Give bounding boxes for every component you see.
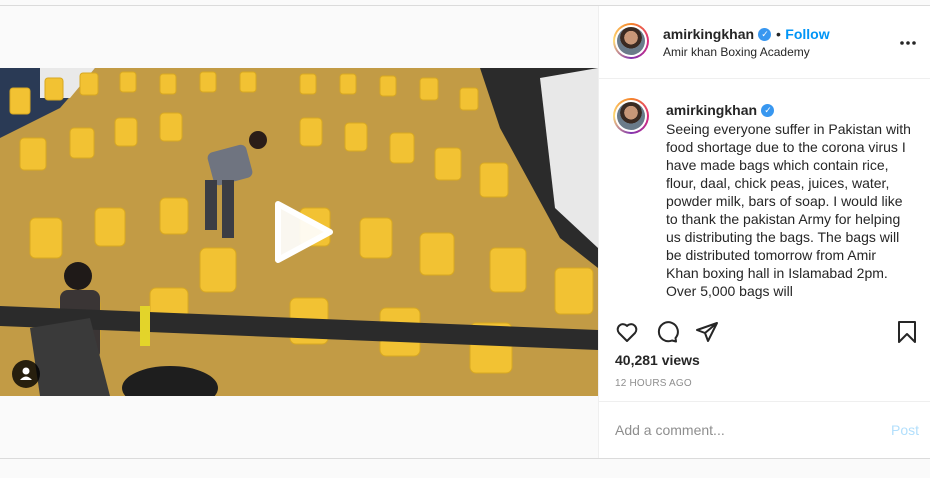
views-count[interactable]: 40,281 views: [615, 352, 700, 368]
post-container: amirkingkhan ✓ • Follow Amir khan Boxing…: [0, 5, 930, 459]
more-horizontal-icon[interactable]: [899, 40, 917, 46]
caption-avatar[interactable]: [613, 98, 649, 134]
comment-icon[interactable]: [655, 320, 679, 344]
heart-icon[interactable]: [615, 320, 639, 344]
tagged-user-icon[interactable]: [12, 360, 40, 388]
follow-button[interactable]: Follow: [785, 26, 829, 42]
post-header: amirkingkhan ✓ • Follow Amir khan Boxing…: [599, 6, 930, 79]
separator: •: [775, 26, 781, 42]
avatar[interactable]: [613, 23, 649, 59]
details-panel: amirkingkhan ✓ • Follow Amir khan Boxing…: [598, 6, 930, 458]
post-button[interactable]: Post: [891, 422, 919, 438]
media-panel: [0, 6, 598, 458]
timestamp[interactable]: 12 HOURS AGO: [615, 378, 692, 389]
video-player[interactable]: [0, 68, 598, 396]
caption-text: Seeing everyone suffer in Pakistan with …: [666, 121, 911, 299]
bookmark-icon[interactable]: [895, 320, 919, 344]
send-icon[interactable]: [695, 320, 719, 344]
location-link[interactable]: Amir khan Boxing Academy: [663, 45, 810, 59]
play-icon[interactable]: [270, 200, 334, 264]
caption-username-link[interactable]: amirkingkhan: [666, 102, 757, 118]
comment-box: Add a comment... Post: [599, 401, 930, 458]
caption-verified-badge-icon: ✓: [761, 104, 775, 118]
verified-badge-icon: ✓: [758, 28, 772, 42]
username-link[interactable]: amirkingkhan: [663, 26, 754, 42]
comment-input[interactable]: Add a comment...: [615, 422, 725, 438]
